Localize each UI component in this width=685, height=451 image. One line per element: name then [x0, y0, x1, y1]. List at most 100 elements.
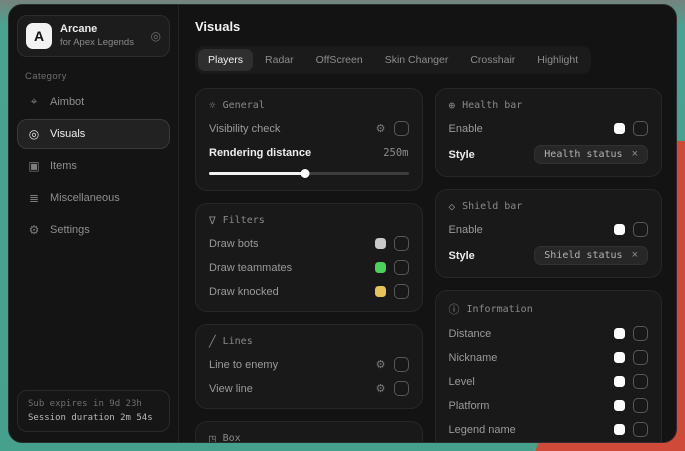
row-controls: [375, 236, 409, 251]
sidebar-item-settings[interactable]: ⚙Settings: [17, 215, 170, 245]
app-subtitle: for Apex Legends: [60, 37, 134, 49]
row-style: Style Health status ×: [449, 145, 649, 164]
row-label: Rendering distance: [209, 147, 311, 159]
card-header: ⓘInformation: [449, 301, 649, 317]
crosshair-icon: ⌖: [27, 94, 41, 109]
subscription-card: Sub expires in 9d 23h Session duration 2…: [17, 390, 170, 432]
card-title: General: [223, 100, 265, 111]
row-label: Style: [449, 149, 475, 161]
color-swatch[interactable]: [375, 286, 386, 297]
card-header: ⊕Health bar: [449, 99, 649, 112]
row-label: View line: [209, 383, 253, 395]
tab-crosshair[interactable]: Crosshair: [460, 49, 525, 71]
checkbox[interactable]: [633, 121, 648, 136]
app-header-card: A Arcane for Apex Legends ◎: [17, 15, 170, 57]
rendering-distance-slider[interactable]: [209, 169, 409, 178]
sidebar-item-visuals[interactable]: ◎Visuals: [17, 119, 170, 149]
checkbox[interactable]: [394, 260, 409, 275]
card-header: ◳ Box: [209, 432, 409, 442]
checkbox[interactable]: [394, 236, 409, 251]
style-select[interactable]: Health status ×: [534, 145, 648, 164]
color-swatch[interactable]: [614, 400, 625, 411]
row-controls: [614, 326, 648, 341]
tab-highlight[interactable]: Highlight: [527, 49, 588, 71]
color-swatch[interactable]: [375, 238, 386, 249]
card-header: ∇Filters: [209, 214, 409, 227]
color-swatch[interactable]: [614, 224, 625, 235]
card-title: Lines: [223, 336, 253, 347]
row-level: Level: [449, 374, 649, 389]
row-draw-teammates: Draw teammates: [209, 260, 409, 275]
row-enable: Enable: [449, 222, 649, 237]
tab-bar: PlayersRadarOffScreenSkin ChangerCrossha…: [195, 46, 591, 74]
row-label: Legend name: [449, 424, 516, 436]
row-controls: [614, 121, 648, 136]
card-box: ◳BoxEnableEnable background: [195, 421, 423, 442]
card-general: ☼GeneralVisibility check⚙Rendering dista…: [195, 88, 423, 191]
checkbox[interactable]: [633, 350, 648, 365]
card-title: Box: [223, 433, 241, 442]
sub-expires-text: Sub expires in 9d 23h: [28, 399, 159, 409]
category-label: Category: [25, 71, 170, 82]
tab-players[interactable]: Players: [198, 49, 253, 71]
row-label: Draw bots: [209, 238, 259, 250]
row-controls: ⚙: [376, 381, 409, 396]
slider-fill: [209, 172, 305, 175]
slider-thumb[interactable]: [300, 169, 309, 178]
info-icon: ⓘ: [449, 301, 460, 317]
checkbox[interactable]: [633, 398, 648, 413]
clear-icon[interactable]: ×: [632, 250, 638, 261]
row-nickname: Nickname: [449, 350, 649, 365]
row-label: Visibility check: [209, 123, 280, 135]
row-draw-knocked: Draw knocked: [209, 284, 409, 299]
row-enable: Enable: [449, 121, 649, 136]
card-header: ╱Lines: [209, 335, 409, 348]
color-swatch[interactable]: [614, 424, 625, 435]
checkbox[interactable]: [633, 222, 648, 237]
target-icon[interactable]: ◎: [151, 29, 161, 43]
sidebar-item-aimbot[interactable]: ⌖Aimbot: [17, 86, 170, 117]
color-swatch[interactable]: [614, 376, 625, 387]
card-shield-bar: ◇Shield barEnableStyleShield status×: [435, 189, 663, 278]
checkbox[interactable]: [394, 121, 409, 136]
row-label: Draw teammates: [209, 262, 292, 274]
row-rendering-distance: Rendering distance250m: [209, 145, 409, 160]
color-swatch[interactable]: [614, 352, 625, 363]
tab-radar[interactable]: Radar: [255, 49, 304, 71]
checkbox[interactable]: [394, 357, 409, 372]
tab-skin-changer[interactable]: Skin Changer: [375, 49, 459, 71]
select-value: Health status: [544, 149, 622, 160]
color-swatch[interactable]: [375, 262, 386, 273]
row-label: Line to enemy: [209, 359, 278, 371]
session-duration-text: Session duration 2m 54s: [28, 413, 159, 423]
sidebar-item-label: Visuals: [50, 128, 85, 140]
color-swatch[interactable]: [614, 328, 625, 339]
clear-icon[interactable]: ×: [632, 149, 638, 160]
gear-icon[interactable]: ⚙: [376, 382, 386, 395]
box-icon: ◳: [209, 432, 216, 442]
row-controls: ⚙: [376, 121, 409, 136]
card-information: ⓘInformationDistanceNicknameLevelPlatfor…: [435, 290, 663, 442]
gear-icon[interactable]: ⚙: [376, 358, 386, 371]
sliders-icon: ≣: [27, 191, 41, 205]
gear-icon[interactable]: ⚙: [376, 122, 386, 135]
checkbox[interactable]: [633, 422, 648, 437]
checkbox[interactable]: [394, 381, 409, 396]
card-lines: ╱Lines Line to enemy ⚙ View line ⚙: [195, 324, 423, 409]
row-controls: [375, 260, 409, 275]
checkbox[interactable]: [394, 284, 409, 299]
style-select[interactable]: Shield status×: [534, 246, 648, 265]
sidebar-item-items[interactable]: ▣Items: [17, 151, 170, 181]
sidebar-item-miscellaneous[interactable]: ≣Miscellaneous: [17, 183, 170, 213]
funnel-icon: ∇: [209, 214, 216, 227]
main-panel: Visuals PlayersRadarOffScreenSkin Change…: [179, 5, 676, 442]
row-controls: [375, 284, 409, 299]
row-controls: [614, 374, 648, 389]
tab-offscreen[interactable]: OffScreen: [306, 49, 373, 71]
checkbox[interactable]: [633, 326, 648, 341]
row-controls: [614, 422, 648, 437]
settings-column: ⊕Health barEnableStyleHealth status×◇Shi…: [435, 88, 663, 442]
sidebar-nav: ⌖Aimbot◎Visuals▣Items≣Miscellaneous⚙Sett…: [17, 86, 170, 245]
checkbox[interactable]: [633, 374, 648, 389]
color-swatch[interactable]: [614, 123, 625, 134]
